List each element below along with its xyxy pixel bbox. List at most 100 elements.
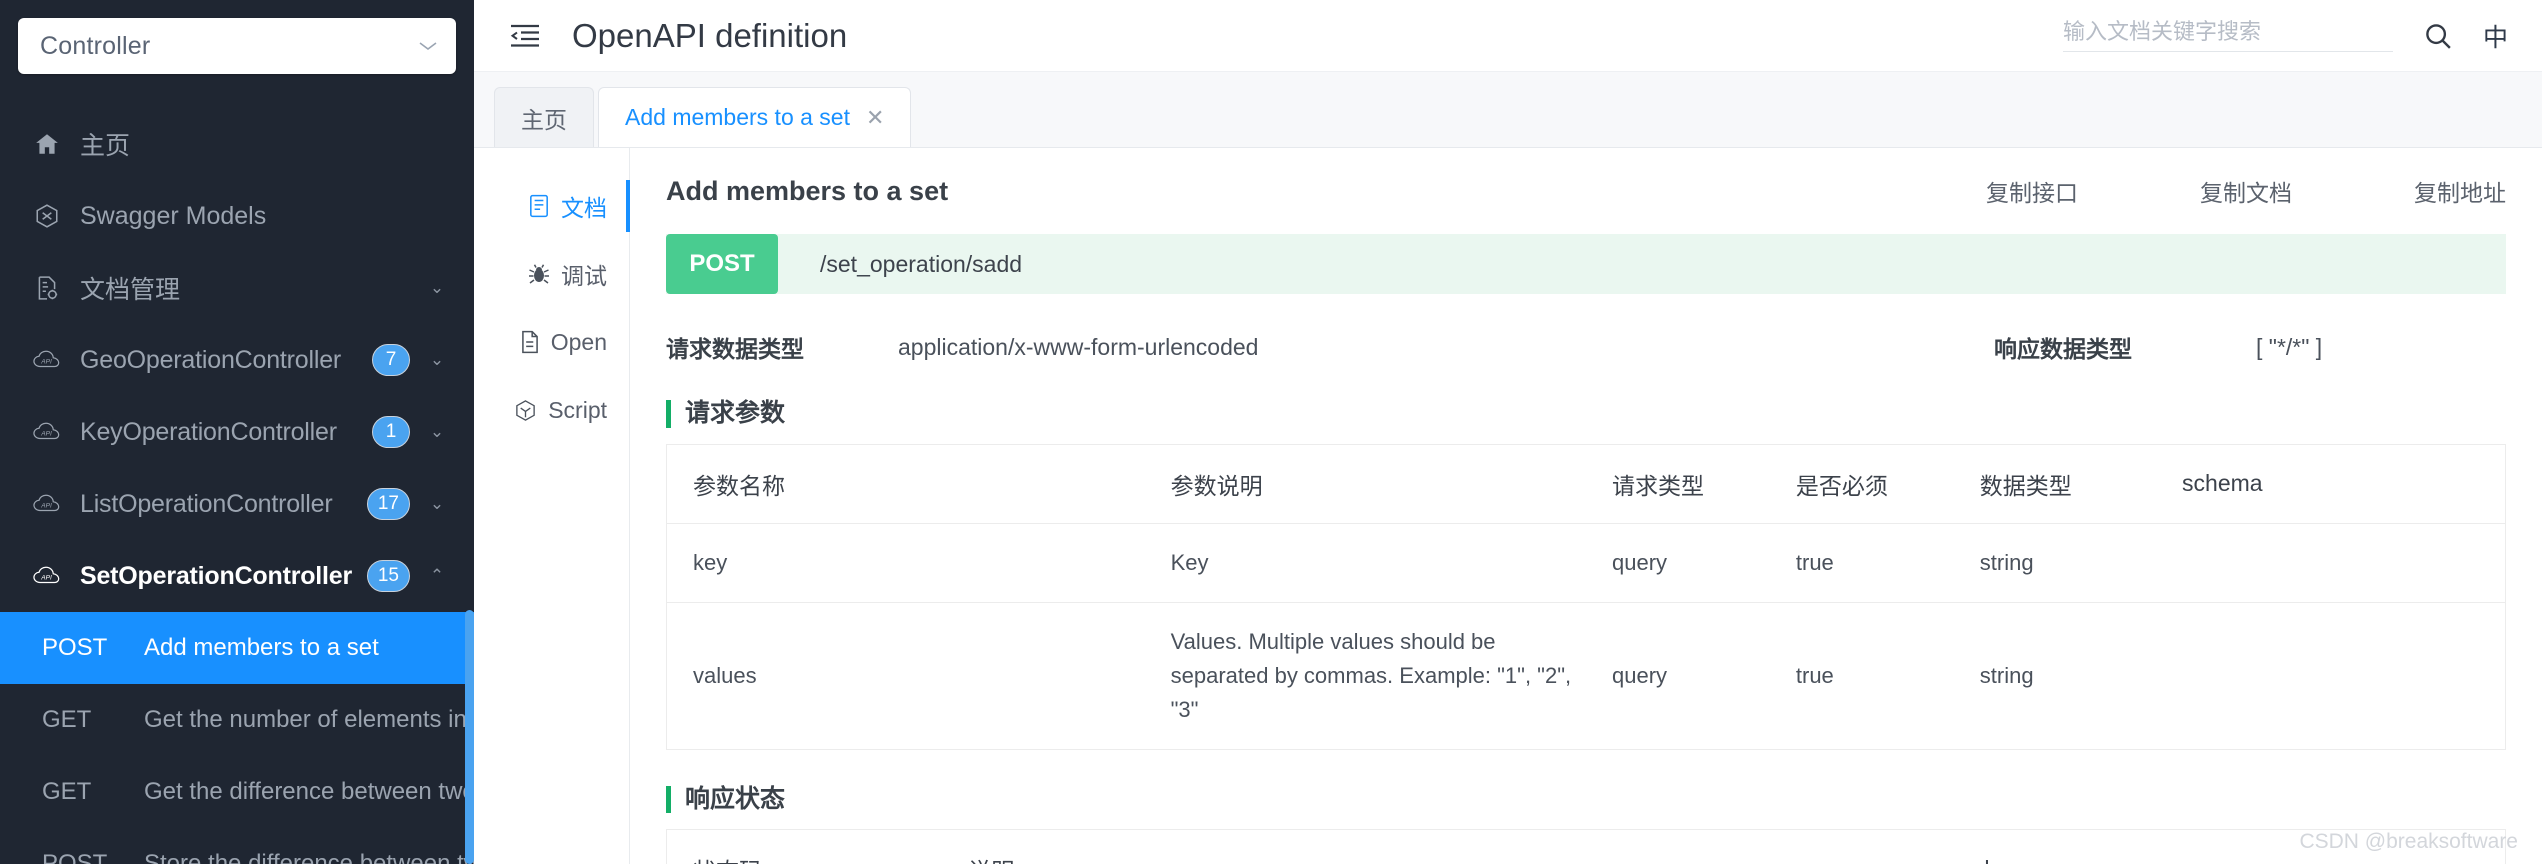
request-data-type-value: application/x-www-form-urlencoded <box>898 333 1259 360</box>
sidebar-item-keyoperationcontroller[interactable]: API KeyOperationController 1 ⌄ <box>0 396 474 468</box>
col-param-name: 参数名称 <box>666 444 1145 524</box>
copy-document-button[interactable]: 复制文档 <box>2200 174 2292 208</box>
cloud-api-icon: API <box>30 565 64 587</box>
cloud-api-icon: API <box>30 349 64 371</box>
topbar: OpenAPI definition 中 <box>474 0 2542 72</box>
vtab-debug-label: 调试 <box>561 263 607 289</box>
chevron-down-icon[interactable]: ⌄ <box>426 422 448 442</box>
chevron-down-icon[interactable]: ⌄ <box>426 350 448 370</box>
search-input[interactable] <box>2062 19 2393 45</box>
status-badge: 17 <box>366 488 410 520</box>
sidebar-item-listoperationcontroller-label: ListOperationController <box>80 489 333 518</box>
data-type-row: 请求数据类型 application/x-www-form-urlencoded… <box>666 330 2542 364</box>
status-badge: 7 <box>372 344 410 376</box>
api-title: Add members to a set <box>666 175 949 206</box>
sidebar-item-setoperationcontroller[interactable]: API SetOperationController 15 ⌃ <box>0 540 474 612</box>
tab-home[interactable]: 主页 <box>494 87 594 147</box>
tab-add-members-label: Add members to a set <box>625 104 850 130</box>
http-method-label: GET <box>42 778 92 805</box>
sidebar-item-swagger-models-label: Swagger Models <box>80 201 267 230</box>
controller-selector[interactable]: Controller <box>18 18 456 74</box>
home-icon <box>30 131 64 157</box>
table-row: key Key query true string <box>666 523 2506 603</box>
col-status-code: 状态码 <box>666 829 943 864</box>
vtab-document-label: 文档 <box>561 195 607 221</box>
sidebar-item-listoperationcontroller[interactable]: API ListOperationController 17 ⌄ <box>0 468 474 540</box>
col-param-schema: schema <box>2156 444 2506 524</box>
operation-label: Store the difference between two s <box>144 850 474 864</box>
vtab-document[interactable]: 文档 <box>474 172 630 240</box>
document-settings-icon <box>30 275 64 301</box>
param-type: string <box>1953 523 2157 603</box>
api-url-bar: POST /set_operation/sadd <box>666 234 2506 294</box>
response-status-section-title: 响应状态 <box>666 785 2542 814</box>
param-desc: Values. Multiple values should be separa… <box>1170 628 1572 722</box>
sidebar-operation-get-difference[interactable]: GET Get the difference between two set <box>0 756 474 828</box>
sidebar-item-swagger-models[interactable]: Swagger Models <box>0 180 474 252</box>
tab-bar: 主页 Add members to a set ✕ <box>474 72 2542 148</box>
sidebar-item-keyoperationcontroller-label: KeyOperationController <box>80 417 337 446</box>
close-icon[interactable]: ✕ <box>866 105 884 131</box>
operation-label: Get the number of elements in a se <box>144 706 474 733</box>
svg-text:API: API <box>40 358 52 365</box>
param-schema <box>2156 523 2506 603</box>
col-param-type: 数据类型 <box>1953 444 2157 524</box>
response-data-type-label: 响应数据类型 <box>1994 336 2132 362</box>
tab-home-label: 主页 <box>521 106 567 133</box>
status-badge: 1 <box>372 416 410 448</box>
sidebar-operation-store-difference[interactable]: POST Store the difference between two s <box>0 828 474 864</box>
sidebar-operation-add-members-to-a-set[interactable]: POST Add members to a set <box>0 612 474 684</box>
controller-selector-wrap: Controller <box>0 0 474 74</box>
sidebar-item-geooperationcontroller[interactable]: API GeoOperationController 7 ⌄ <box>0 324 474 396</box>
main-area: OpenAPI definition 中 主页 Add members to a… <box>474 0 2542 864</box>
sidebar-operation-get-number-of-elements[interactable]: GET Get the number of elements in a se <box>0 684 474 756</box>
http-method-label: POST <box>42 634 108 661</box>
copy-url-button[interactable]: 复制地址 <box>2414 174 2506 208</box>
request-data-type-label: 请求数据类型 <box>666 336 804 362</box>
sidebar-item-doc-manage-label: 文档管理 <box>80 276 181 304</box>
param-in[interactable]: query <box>1585 523 1770 603</box>
collapse-menu-icon[interactable] <box>504 15 546 57</box>
cloud-api-icon: API <box>30 493 64 515</box>
search-icon[interactable] <box>2423 21 2453 51</box>
vtab-debug[interactable]: 调试 <box>474 240 629 308</box>
col-status-desc: 说明 <box>942 829 1936 864</box>
watermark: CSDN @breaksoftware <box>2299 830 2518 853</box>
http-method-badge: POST <box>666 234 778 294</box>
sidebar-scrollbar[interactable] <box>465 610 474 864</box>
param-required: true <box>1769 523 1954 603</box>
language-toggle[interactable]: 中 <box>2483 18 2508 54</box>
param-name: key <box>666 523 1145 603</box>
cube-icon <box>30 203 64 229</box>
vertical-tabs: 文档 调试 Open Script <box>474 148 630 864</box>
table-header-row: 状态码 说明 schema <box>666 829 2506 864</box>
operation-label: Add members to a set <box>144 634 379 661</box>
sidebar-item-home[interactable]: 主页 <box>0 108 474 180</box>
param-required: true <box>1795 662 1834 688</box>
svg-text:API: API <box>40 574 52 581</box>
copy-interface-button[interactable]: 复制接口 <box>1986 174 2078 208</box>
sidebar: Controller 主页 Swagger Models 文档管理 ⌄ API … <box>0 0 474 864</box>
vtab-script-label: Script <box>548 396 607 423</box>
vtab-open[interactable]: Open <box>474 308 629 376</box>
col-param-desc: 参数说明 <box>1144 444 1586 524</box>
param-in[interactable]: query <box>1586 602 1770 749</box>
vtab-script[interactable]: Script <box>474 376 629 444</box>
tab-add-members-to-a-set[interactable]: Add members to a set ✕ <box>598 87 912 147</box>
svg-text:API: API <box>40 430 52 437</box>
operation-label: Get the difference between two set <box>144 778 474 805</box>
chevron-up-icon[interactable]: ⌃ <box>426 566 448 586</box>
bug-icon <box>528 262 550 286</box>
page-title: OpenAPI definition <box>572 16 848 54</box>
doc-icon <box>528 194 550 218</box>
response-status-table: 状态码 说明 schema 200 OK <box>666 829 2506 864</box>
search-box[interactable] <box>2062 19 2393 52</box>
controller-selector-value: Controller <box>40 31 151 60</box>
chevron-down-icon[interactable]: ⌄ <box>426 494 448 514</box>
table-row: values Values. Multiple values should be… <box>667 602 2506 749</box>
topbar-right: 中 <box>2062 18 2508 54</box>
sidebar-nav: 主页 Swagger Models 文档管理 ⌄ API GeoOperatio… <box>0 108 474 864</box>
sidebar-item-doc-manage[interactable]: 文档管理 ⌄ <box>0 252 474 324</box>
chevron-down-icon[interactable]: ⌄ <box>426 278 448 298</box>
script-icon <box>514 399 537 422</box>
